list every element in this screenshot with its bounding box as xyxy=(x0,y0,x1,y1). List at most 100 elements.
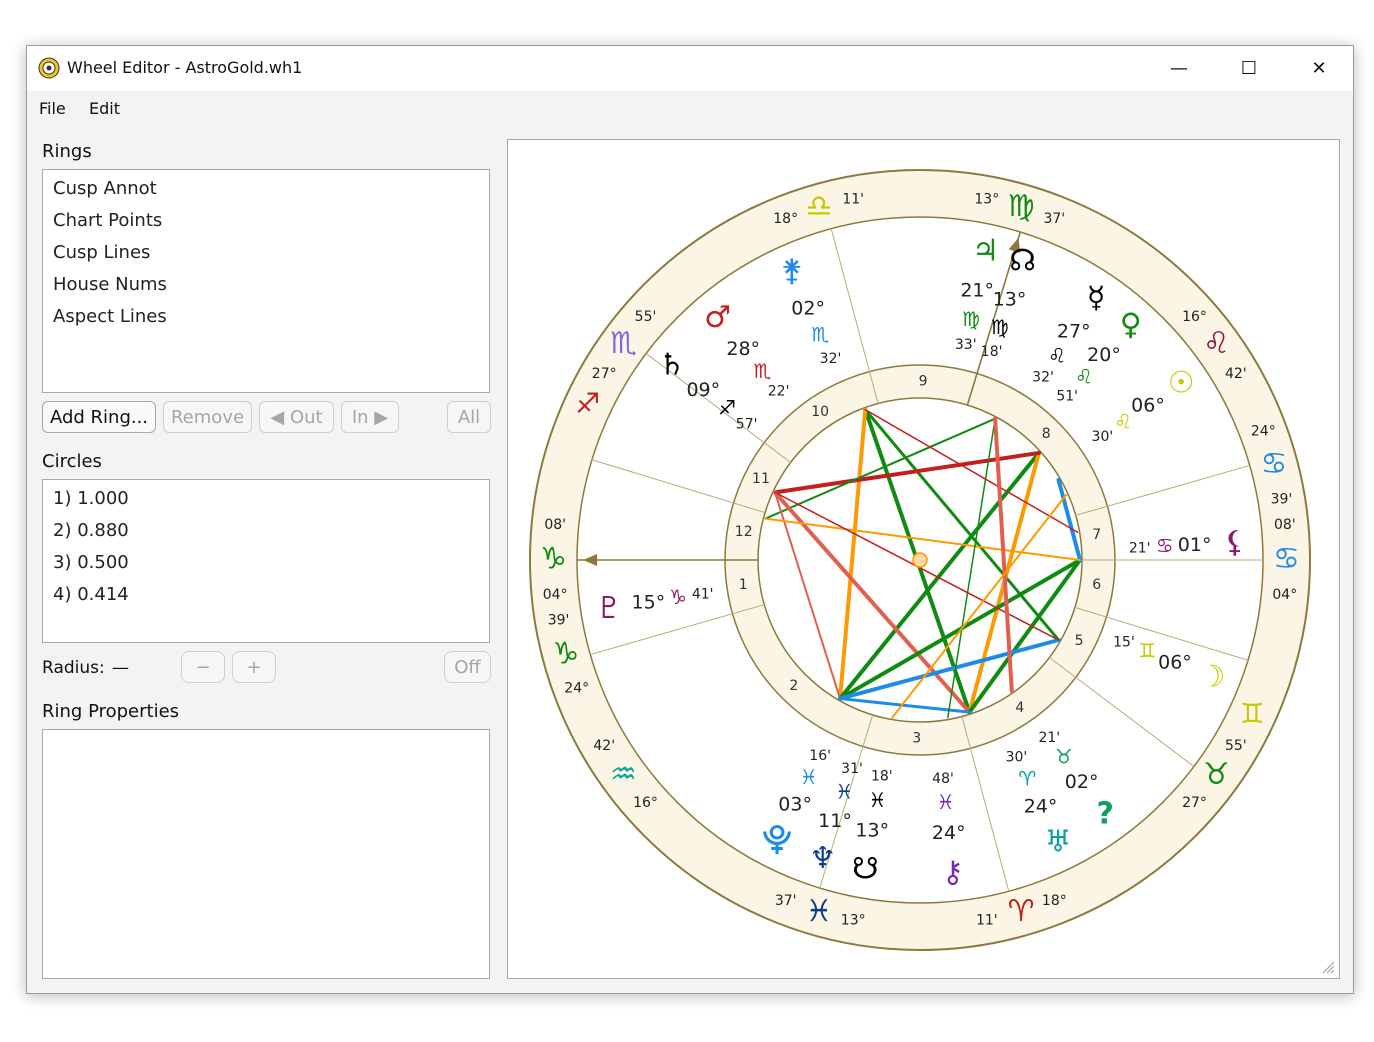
moon-icon: ☽ xyxy=(1199,660,1226,695)
radius-off-button[interactable]: Off xyxy=(444,651,491,683)
window-title: Wheel Editor - AstroGold.wh1 xyxy=(67,58,303,77)
minimize-button[interactable]: — xyxy=(1144,46,1214,91)
zodiac-cusp-degree: 55' xyxy=(1225,738,1247,754)
house-number-2: 2 xyxy=(789,678,798,694)
planet-degree: 06° xyxy=(1158,652,1192,674)
ring-properties-panel xyxy=(42,729,490,979)
menu-file[interactable]: File xyxy=(39,99,66,118)
planet-minute: 22' xyxy=(768,383,790,399)
house-number-9: 9 xyxy=(919,374,928,390)
maximize-button[interactable]: ☐ xyxy=(1214,46,1284,91)
aries-icon: ♈ xyxy=(1008,894,1035,929)
planet-degree: 09° xyxy=(686,379,720,401)
zodiac-cusp-degree: 24° xyxy=(564,680,589,696)
zodiac-cusp-degree: 18° xyxy=(1042,893,1067,909)
taurus-icon: ♉ xyxy=(1203,757,1230,792)
zodiac-cusp-degree: 24° xyxy=(1251,424,1276,440)
planet-sign-icon: ♌ xyxy=(1114,409,1132,433)
circle-item[interactable]: 2) 0.880 xyxy=(53,520,129,541)
zodiac-cusp-degree: 08' xyxy=(1274,517,1296,533)
zodiac-cusp-minute: 37' xyxy=(775,893,797,909)
ring-item[interactable]: Cusp Lines xyxy=(53,242,150,263)
zodiac-cusp-degree: 13° xyxy=(974,192,999,208)
house-number-6: 6 xyxy=(1092,577,1101,593)
planet-sign-icon: ♍ xyxy=(962,307,980,331)
planet-minute: 18' xyxy=(871,769,893,785)
resize-grip-icon[interactable] xyxy=(1321,960,1335,974)
all-button[interactable]: All xyxy=(447,401,491,433)
libra-icon: ♎ xyxy=(806,189,833,224)
zodiac-cusp-minute: 39' xyxy=(548,612,570,628)
zodiac-cusp-degree: 16° xyxy=(1182,309,1207,325)
move-out-button[interactable]: ◀ Out xyxy=(259,401,334,433)
planet-minute: 51' xyxy=(1056,389,1078,405)
planet-degree: 03° xyxy=(778,794,812,816)
pisces-icon: ♓ xyxy=(806,894,833,929)
planet-sign-icon: ♌ xyxy=(1048,343,1066,367)
uranus-icon: ♅ xyxy=(1045,825,1072,860)
center-cluster-icon xyxy=(912,552,928,568)
zodiac-cusp-minute: 42' xyxy=(1225,366,1247,382)
circle-item[interactable]: 1) 1.000 xyxy=(53,488,129,509)
planet-minute: 32' xyxy=(1032,370,1054,386)
zodiac-cusp-minute: 42' xyxy=(593,738,615,754)
planet-sign-icon: ♓ xyxy=(835,780,853,804)
rings-list[interactable]: Cusp Annot Chart Points Cusp Lines House… xyxy=(42,169,490,393)
ring-item[interactable]: Aspect Lines xyxy=(53,306,167,327)
planet-degree: 11° xyxy=(818,810,852,832)
house-number-7: 7 xyxy=(1092,527,1101,543)
radius-plus-button[interactable]: + xyxy=(232,651,276,683)
planet-minute: 30' xyxy=(1092,429,1114,445)
chiron-icon: ⚷ xyxy=(942,855,964,890)
zodiac-cusp-degree: 04° xyxy=(543,587,568,603)
planet-degree: 01° xyxy=(1178,534,1212,556)
ring-item[interactable]: Cusp Annot xyxy=(53,178,157,199)
app-icon xyxy=(38,57,60,79)
sun-icon: ☉ xyxy=(1168,365,1195,400)
radius-label: Radius: xyxy=(42,658,105,678)
planet-sign-icon: ♊ xyxy=(1138,638,1156,662)
rings-heading: Rings xyxy=(42,141,92,162)
planet-sign-icon: ♉ xyxy=(1055,745,1073,769)
capricorn-icon: ♑ xyxy=(553,636,580,671)
ring-item[interactable]: Chart Points xyxy=(53,210,162,231)
remove-ring-button[interactable]: Remove xyxy=(163,401,252,433)
planet-sign-icon: ♏ xyxy=(811,323,829,347)
planet-minute: 30' xyxy=(1006,750,1028,766)
zodiac-cusp-minute: 04° xyxy=(1272,587,1297,603)
circle-item[interactable]: 4) 0.414 xyxy=(53,584,129,605)
planet-sign-icon: ♌ xyxy=(1075,364,1093,388)
scorpio-icon: ♏ xyxy=(610,326,637,361)
planet-degree: 24° xyxy=(932,822,966,844)
house-number-10: 10 xyxy=(811,404,829,420)
north-node-icon: ☊ xyxy=(1009,244,1036,279)
house-number-8: 8 xyxy=(1042,426,1051,442)
zodiac-cusp-minute: 11' xyxy=(976,912,998,928)
gemini-icon: ♊ xyxy=(1240,697,1265,730)
leo-icon: ♌ xyxy=(1203,326,1230,361)
circles-list[interactable]: 1) 1.000 2) 0.880 3) 0.500 4) 0.414 xyxy=(42,479,490,643)
planet-minute: 33' xyxy=(955,337,977,353)
planet-sign-icon: ♍ xyxy=(991,315,1009,339)
planet-minute: 16' xyxy=(809,748,831,764)
radius-value: — xyxy=(112,658,129,678)
planet-degree: 24° xyxy=(1024,796,1058,818)
zodiac-cusp-degree: 13° xyxy=(841,912,866,928)
juno-icon: ⚵ xyxy=(781,254,803,289)
circle-item[interactable]: 3) 0.500 xyxy=(53,552,129,573)
cancer-icon: ♋ xyxy=(1261,447,1288,482)
ring-item[interactable]: House Nums xyxy=(53,274,167,295)
planet-degree: 21° xyxy=(960,280,994,302)
planet-degree: 02° xyxy=(1065,771,1099,793)
ring-properties-heading: Ring Properties xyxy=(42,701,180,722)
close-button[interactable]: ✕ xyxy=(1284,46,1354,91)
house-number-4: 4 xyxy=(1015,700,1024,716)
house-number-11: 11 xyxy=(752,471,770,487)
astrology-wheel[interactable]: 123456789101112♎18°11' ♍13°37'♌16°42'♋24°… xyxy=(508,140,1339,978)
radius-minus-button[interactable]: − xyxy=(181,651,225,683)
house-number-3: 3 xyxy=(912,730,921,746)
menu-edit[interactable]: Edit xyxy=(89,99,120,118)
planet-sign-icon: ♐ xyxy=(718,396,736,420)
move-in-button[interactable]: In ▶ xyxy=(341,401,399,433)
add-ring-button[interactable]: Add Ring... xyxy=(42,401,156,433)
